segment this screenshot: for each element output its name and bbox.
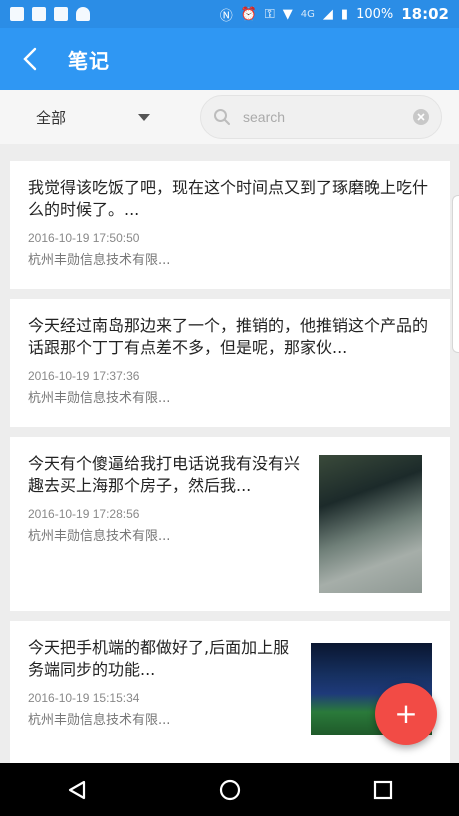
note-title: 今天把手机端的都做好了,后面加上服务端同步的功能...	[28, 638, 290, 679]
wifi-icon: ▼	[282, 6, 293, 22]
alarm-icon: ⏰	[240, 6, 257, 22]
search-input[interactable]	[241, 108, 395, 126]
system-icons: Ⓝ ⏰ ⚿ ▼ 4G ◢ ▮ 100% 18:02	[220, 5, 449, 24]
network-type: 4G	[300, 8, 315, 20]
notes-list: 我觉得该吃饭了吧，现在这个时间点又到了琢磨晚上吃什么的时候了。... 2016-…	[0, 144, 459, 763]
message-icon	[10, 7, 24, 21]
category-dropdown[interactable]: 全部	[0, 90, 190, 144]
clock: 18:02	[401, 5, 449, 23]
close-icon	[417, 113, 425, 121]
triangle-back-icon	[68, 780, 85, 799]
chevron-left-icon	[23, 47, 37, 71]
image-icon	[32, 7, 46, 21]
nav-home-button[interactable]	[200, 763, 260, 816]
note-thumbnail-image	[319, 455, 422, 593]
filter-bar: 全部	[0, 90, 459, 144]
note-card[interactable]: 我觉得该吃饭了吧，现在这个时间点又到了琢磨晚上吃什么的时候了。... 2016-…	[10, 161, 450, 289]
square-recents-icon	[373, 780, 392, 799]
note-title: 今天有个傻逼给我打电话说我有没有兴趣去买上海那个房子，然后我...	[28, 454, 301, 495]
search-box	[200, 95, 442, 139]
add-note-button[interactable]: +	[375, 683, 437, 745]
nav-recents-button[interactable]	[353, 763, 413, 816]
plus-icon: +	[394, 697, 418, 730]
status-bar: Ⓝ ⏰ ⚿ ▼ 4G ◢ ▮ 100% 18:02	[0, 0, 459, 28]
battery-icon: ▮	[340, 6, 349, 22]
nav-back-button[interactable]	[47, 763, 107, 816]
note-card[interactable]: 今天有个傻逼给我打电话说我有没有兴趣去买上海那个房子，然后我... 2016-1…	[10, 437, 450, 611]
nfc-icon: Ⓝ	[219, 8, 233, 24]
system-nav-bar	[0, 763, 459, 816]
notification-icons	[10, 7, 90, 21]
key-icon: ⚿	[264, 6, 275, 22]
caret-down-icon	[138, 113, 150, 121]
page-title: 笔记	[68, 48, 110, 73]
side-drawer-handle[interactable]	[452, 195, 459, 353]
back-button[interactable]	[0, 28, 60, 90]
note-card[interactable]: 今天经过南岛那边来了一个，推销的，他推销这个产品的话跟那个丁丁有点差不多，但是呢…	[10, 299, 450, 427]
signal-icon: ◢	[322, 6, 333, 22]
circle-home-icon	[219, 779, 240, 800]
app-bar: 笔记	[0, 28, 459, 90]
note-title: 今天经过南岛那边来了一个，推销的，他推销这个产品的话跟那个丁丁有点差不多，但是呢…	[28, 316, 429, 357]
note-title: 我觉得该吃饭了吧，现在这个时间点又到了琢磨晚上吃什么的时候了。...	[28, 178, 429, 219]
clear-search-button[interactable]	[413, 109, 429, 125]
category-dropdown-value: 全部	[36, 108, 67, 127]
battery-percent: 100%	[356, 6, 394, 22]
note-company: 杭州丰勋信息技术有限...	[28, 253, 171, 268]
search-icon	[214, 109, 230, 125]
download-icon	[54, 7, 68, 21]
android-icon	[76, 7, 90, 21]
note-company: 杭州丰勋信息技术有限...	[28, 391, 171, 406]
note-timestamp: 2016-10-19 17:37:36	[28, 369, 140, 383]
note-timestamp: 2016-10-19 17:50:50	[28, 231, 140, 245]
